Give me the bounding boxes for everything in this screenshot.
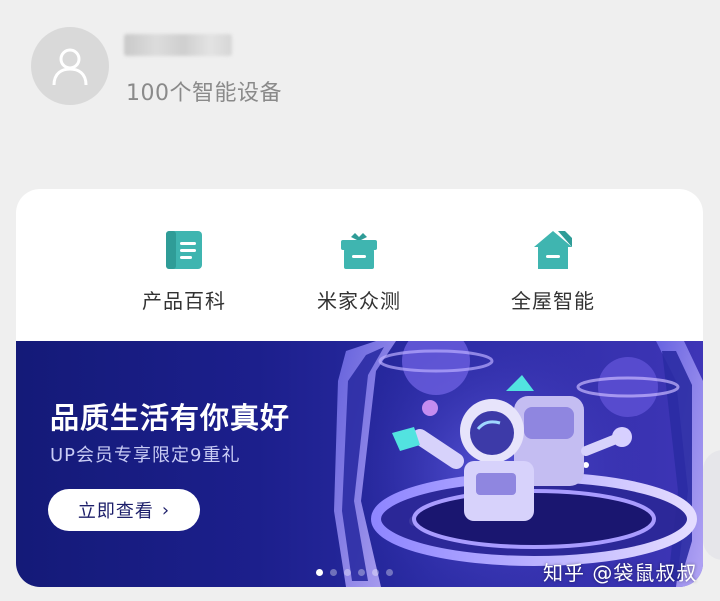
carousel-dot[interactable] xyxy=(386,569,393,576)
carousel-dot[interactable] xyxy=(372,569,379,576)
user-icon xyxy=(52,48,88,86)
carousel-dot[interactable] xyxy=(330,569,337,576)
banner-title: 品质生活有你真好 xyxy=(50,401,291,435)
promo-banner[interactable]: 品质生活有你真好 UP会员专享限定9重礼 立即查看 › xyxy=(16,341,703,587)
house-icon xyxy=(534,231,572,269)
view-now-button[interactable]: 立即查看 › xyxy=(48,489,200,531)
carousel-dot[interactable] xyxy=(316,569,323,576)
next-card-edge xyxy=(703,450,720,560)
avatar[interactable] xyxy=(31,27,109,105)
quick-action-whole-home-smart[interactable]: 全屋智能 xyxy=(473,227,633,314)
chevron-right-icon: › xyxy=(161,499,171,521)
watermark: 知乎 @袋鼠叔叔 xyxy=(543,561,698,585)
quick-action-mijia-beta-test[interactable]: 米家众测 xyxy=(279,227,439,314)
device-count[interactable]: 100个智能设备 xyxy=(126,75,282,107)
quick-actions-row: 产品百科 米家众测 全屋智能 xyxy=(16,189,703,341)
main-card: 产品百科 米家众测 全屋智能 品质生活有你真好 UP会员专享限定9重礼 立即查看… xyxy=(16,189,703,587)
view-now-label: 立即查看 xyxy=(77,501,154,522)
banner-subtitle: UP会员专享限定9重礼 xyxy=(50,445,241,466)
quick-action-product-encyclopedia[interactable]: 产品百科 xyxy=(104,227,264,314)
book-icon xyxy=(166,231,202,269)
quick-action-label: 产品百科 xyxy=(142,289,226,313)
quick-action-label: 米家众测 xyxy=(317,289,401,313)
gift-box-icon xyxy=(341,233,377,269)
username-redacted xyxy=(124,34,232,56)
carousel-dot[interactable] xyxy=(358,569,365,576)
carousel-pagination xyxy=(316,569,393,576)
quick-action-label: 全屋智能 xyxy=(511,289,595,313)
carousel-dot[interactable] xyxy=(344,569,351,576)
